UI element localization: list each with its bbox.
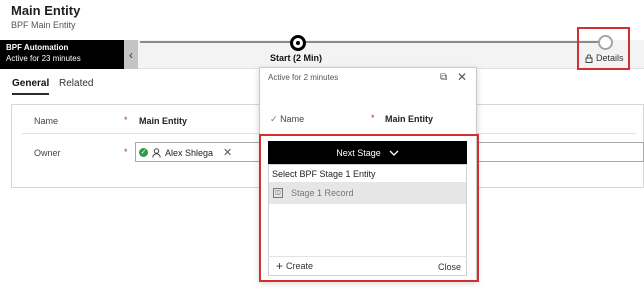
stage-label-start[interactable]: Start (2 Min) xyxy=(270,53,322,63)
stage-progress-line xyxy=(140,41,600,43)
page-title: Main Entity xyxy=(11,3,81,18)
popout-icon[interactable]: ⧉ xyxy=(440,72,447,83)
flyout-active-text: Active for 2 minutes xyxy=(268,73,339,82)
details-highlight-box xyxy=(577,27,630,70)
bpf-active-for: Active for 23 minutes xyxy=(6,54,81,63)
name-required-mark: * xyxy=(124,115,128,125)
flyout-name-text: Name xyxy=(280,114,305,124)
owner-required-mark: * xyxy=(124,147,128,157)
tab-general[interactable]: General xyxy=(12,78,49,89)
flyout-name-label: ✓ Name xyxy=(270,114,304,125)
close-icon[interactable]: ✕ xyxy=(457,70,467,84)
next-stage-highlight-box xyxy=(259,134,479,282)
person-icon xyxy=(152,147,161,158)
page-subtitle: BPF Main Entity xyxy=(11,20,76,30)
chevron-left-icon[interactable]: ‹ xyxy=(124,40,138,69)
flyout-name-value[interactable]: Main Entity xyxy=(385,114,433,124)
owner-label: Owner xyxy=(34,148,61,158)
check-circle-icon: ✓ xyxy=(139,148,148,157)
name-value[interactable]: Main Entity xyxy=(139,116,187,126)
tab-general-underline xyxy=(12,93,49,95)
tab-related[interactable]: Related xyxy=(59,78,93,89)
bpf-process-label[interactable]: BPF Automation Active for 23 minutes xyxy=(0,40,124,69)
active-stage-icon[interactable] xyxy=(290,35,306,51)
remove-owner-icon[interactable]: ✕ xyxy=(223,146,232,159)
owner-value: Alex Shlega xyxy=(165,147,214,158)
bpf-name: BPF Automation xyxy=(6,43,69,52)
flyout-name-required-mark: * xyxy=(371,113,375,123)
owner-tag[interactable]: ✓ Alex Shlega ✕ xyxy=(139,145,232,160)
name-label: Name xyxy=(34,116,59,126)
checkmark-icon: ✓ xyxy=(270,114,278,124)
